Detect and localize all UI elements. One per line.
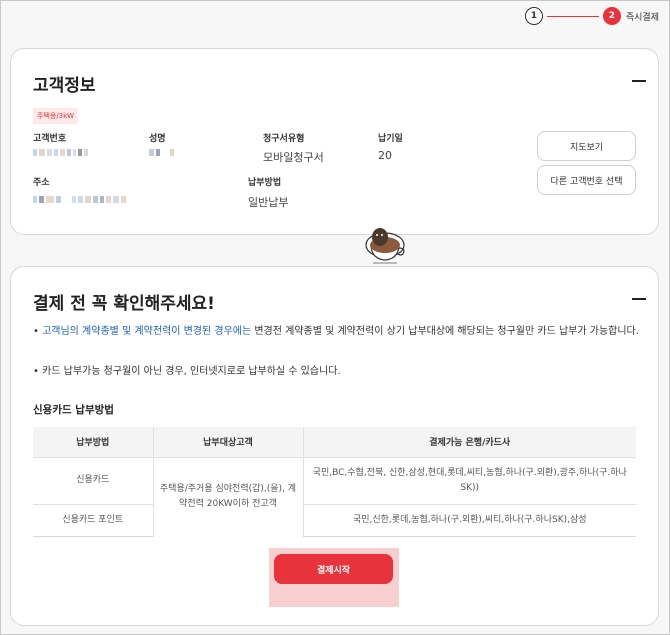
progress-stepper: 1 2 즉시결제	[524, 5, 659, 27]
due-day-label: 납기일	[378, 134, 403, 144]
table-header-row: 납부방법 납부대상고객 결제가능 은행/카드사	[33, 427, 636, 457]
table-row: 신용카드 포인트 국민,신한,롯데,농협,하나(구.외환),씨티,하나(구.하나…	[33, 503, 636, 537]
row-1-banks: 국민,BC,수협,전북, 신한,삼성,현대,롯데,씨티,농협,하나(구.외환),…	[302, 456, 636, 504]
confirm-title: 결제 전 꼭 확인해주세요!	[33, 294, 215, 314]
coffee-cup-mascot-icon	[365, 228, 405, 264]
collapse-icon[interactable]	[632, 298, 646, 300]
payment-method-label: 납부방법	[248, 178, 282, 188]
select-other-customer-button[interactable]: 다른 고객번호 선택	[537, 165, 636, 195]
due-day-value: 20	[378, 149, 392, 162]
address-label: 주소	[33, 178, 50, 188]
customer-info-title: 고객정보	[33, 76, 96, 96]
contract-type-tag: 주택용/3kW	[33, 108, 79, 124]
table-row: 신용카드 주택용/주거용 심야전력(갑),(을), 계약전력 20KW이하 전고…	[33, 456, 636, 536]
payment-method-table: 납부방법 납부대상고객 결제가능 은행/카드사 신용카드 주택용/주거용 심야전…	[33, 427, 636, 537]
step-connector	[546, 15, 599, 17]
bill-type-label: 청구서유형	[263, 134, 305, 144]
step-2-label: 즉시결제	[625, 12, 659, 23]
row-2-banks: 국민,신한,롯데,농협,하나(구.외환),씨티,하나(구.하나SK),삼성	[302, 503, 636, 537]
map-view-button[interactable]: 지도보기	[537, 131, 636, 161]
bill-type-value: 모바일청구서	[263, 151, 324, 164]
payment-method-value: 일반납부	[248, 196, 289, 209]
start-payment-button[interactable]: 결제시작	[274, 554, 393, 584]
row-2-method: 신용카드 포인트	[33, 503, 153, 537]
step-2-indicator: 2	[602, 7, 621, 25]
notice-item-2: • 카드 납부가능 청구월이 아닌 경우, 인터넷지로로 납부하실 수 있습니다…	[33, 366, 341, 377]
customer-number-masked	[33, 149, 88, 157]
customer-info-card: 고객정보 주택용/3kW 고객번호 성명 청구서유형 모바일청구서 납기일 20…	[10, 48, 659, 235]
notice-1-highlight: 고객님의 계약종별 및 계약전력이 변경된 경우에는	[42, 326, 252, 337]
notice-item-1: • 고객님의 계약종별 및 계약전력이 변경된 경우에는 변경전 계약종별 및 …	[33, 326, 639, 337]
row-1-method: 신용카드	[33, 456, 153, 504]
page-frame: 1 2 즉시결제 고객정보 주택용/3kW 고객번호 성명 청구서유형 모바일청…	[0, 0, 670, 635]
notice-1-text: 변경전 계약종별 및 계약전력이 상기 납부대상에 해당되는 청구월만 카드 납…	[251, 326, 639, 337]
target-customers: 주택용/주거용 심야전력(갑),(을), 계약전력 20KW이하 전고객	[152, 456, 303, 536]
notice-2-text: 카드 납부가능 청구월이 아닌 경우, 인터넷지로로 납부하실 수 있습니다.	[42, 366, 341, 377]
address-masked	[33, 196, 126, 204]
card-payment-subtitle: 신용카드 납부방법	[33, 404, 114, 416]
name-masked	[149, 149, 174, 157]
payment-confirm-card: 결제 전 꼭 확인해주세요! • 고객님의 계약종별 및 계약전력이 변경된 경…	[10, 266, 659, 626]
step-1-indicator: 1	[524, 7, 543, 25]
name-label: 성명	[149, 134, 166, 144]
customer-number-label: 고객번호	[33, 134, 67, 144]
collapse-icon[interactable]	[632, 80, 646, 82]
header-banks: 결제가능 은행/카드사	[302, 427, 636, 457]
pay-button-highlight: 결제시작	[269, 548, 399, 607]
header-method: 납부방법	[33, 427, 153, 457]
header-target: 납부대상고객	[152, 427, 303, 457]
